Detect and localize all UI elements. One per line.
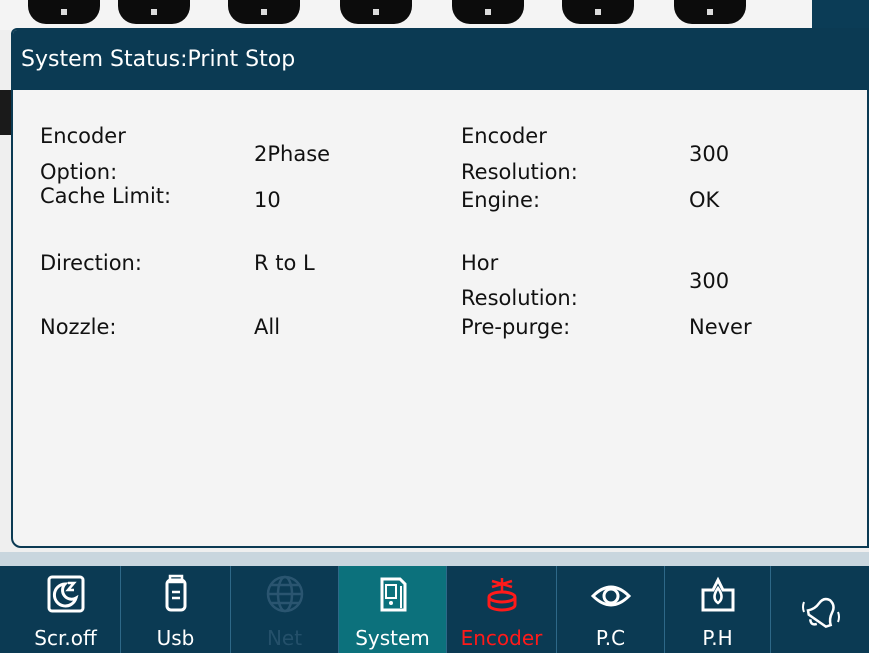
status-grid: Encoder Option: 2Phase Encoder Resolutio… [13, 90, 867, 546]
alarm-bell-button[interactable] [771, 566, 869, 653]
background-toolbar-strip [0, 0, 869, 30]
hor-resolution-label: Hor [461, 251, 499, 275]
usb-button[interactable]: Usb [121, 566, 231, 653]
printhead-button[interactable]: P.H [665, 566, 771, 653]
background-tab [340, 0, 412, 24]
net-label: Net [266, 626, 303, 650]
encoder-wheel-icon [480, 572, 524, 616]
system-status-dialog: System Status:Print Stop Encoder Option:… [11, 28, 869, 548]
screen-off-label: Scr.off [34, 626, 97, 650]
printer-system-icon [371, 572, 415, 616]
system-label: System [355, 626, 430, 650]
encoder-button[interactable]: Encoder [447, 566, 557, 653]
background-tab [562, 0, 634, 24]
usb-drive-icon [154, 572, 198, 616]
globe-network-icon [263, 572, 307, 616]
direction-value: R to L [254, 251, 315, 275]
cache-limit-value: 10 [254, 188, 281, 212]
nozzle-value: All [254, 315, 281, 339]
encoder-option-value: 2Phase [254, 142, 331, 166]
background-tab [452, 0, 524, 24]
net-button[interactable]: Net [231, 566, 339, 653]
background-panel-edge [812, 0, 869, 30]
pre-purge-label: Pre-purge: [461, 315, 571, 339]
eye-photocell-icon [589, 572, 633, 616]
encoder-resolution-label: Resolution: [461, 160, 578, 184]
hor-resolution-value: 300 [689, 269, 730, 293]
background-tab [674, 0, 746, 24]
background-tab [228, 0, 300, 24]
encoder-resolution-value: 300 [689, 142, 730, 166]
encoder-resolution-label: Encoder [461, 124, 547, 148]
bottom-toolbar: Scr.off Usb Net System Encoder P.C P.H [0, 552, 869, 653]
printhead-label: P.H [702, 626, 733, 650]
background-tab [28, 0, 100, 24]
background-tab [118, 0, 190, 24]
ringing-bell-icon [798, 588, 844, 634]
cache-limit-label: Cache Limit: [40, 184, 172, 208]
toolbar-divider [0, 552, 869, 566]
screen-off-moon-icon [44, 572, 88, 616]
encoder-option-label: Encoder [40, 124, 126, 148]
ink-drop-printhead-icon [696, 572, 740, 616]
photocell-label: P.C [595, 626, 626, 650]
engine-label: Engine: [461, 188, 541, 212]
photocell-button[interactable]: P.C [557, 566, 665, 653]
usb-label: Usb [156, 626, 195, 650]
direction-label: Direction: [40, 251, 142, 275]
screen-off-button[interactable]: Scr.off [11, 566, 121, 653]
engine-value: OK [689, 188, 720, 212]
system-button[interactable]: System [339, 566, 447, 653]
encoder-option-label: Option: [40, 160, 118, 184]
dialog-title: System Status:Print Stop [13, 30, 867, 90]
pre-purge-value: Never [689, 315, 752, 339]
encoder-label: Encoder [460, 626, 543, 650]
hor-resolution-label: Resolution: [461, 286, 578, 310]
nozzle-label: Nozzle: [40, 315, 117, 339]
